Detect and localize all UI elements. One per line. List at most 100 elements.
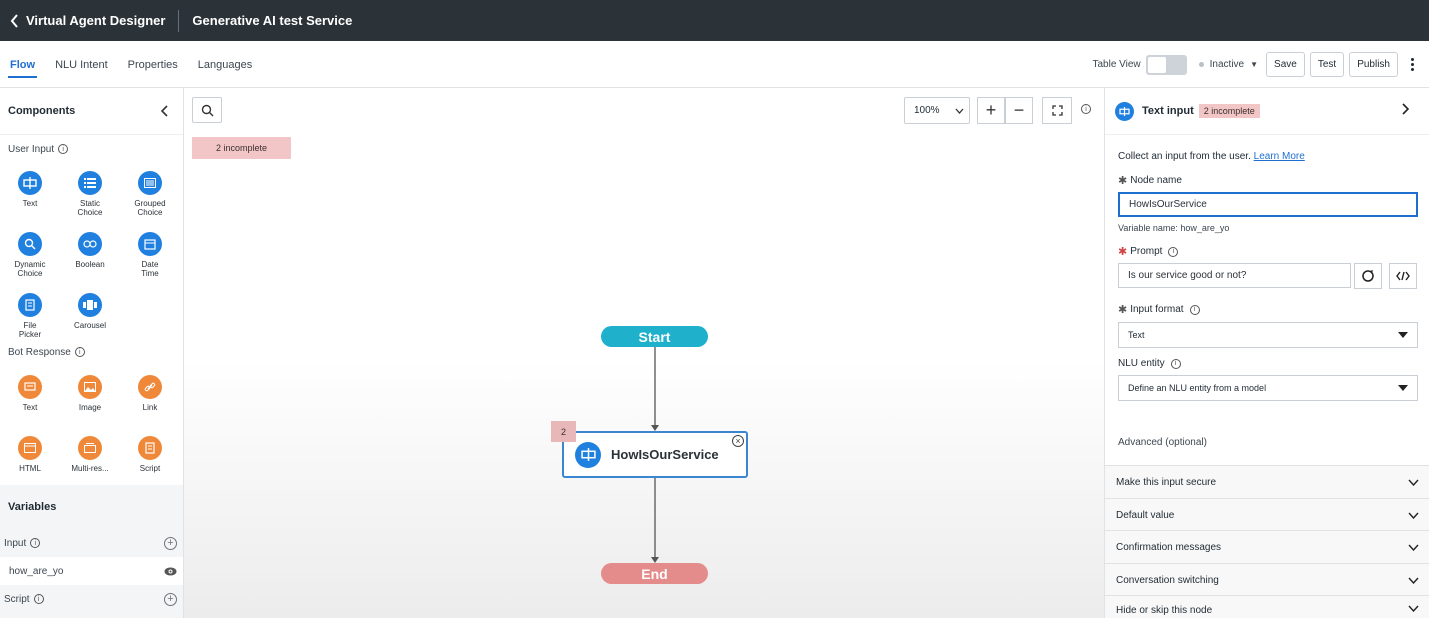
publish-button[interactable]: Publish: [1349, 52, 1398, 77]
component-boolean[interactable]: Boolean: [60, 229, 120, 290]
back-button[interactable]: Virtual Agent Designer: [0, 0, 165, 41]
info-icon[interactable]: i: [1189, 304, 1200, 315]
variable-name: how_are_yo: [9, 565, 64, 577]
text-input-icon: [18, 171, 42, 195]
section-hide-or-skip-node[interactable]: Hide or skip this node: [1105, 595, 1429, 618]
nlu-entity-label: NLU entity i: [1118, 358, 1417, 369]
status-label: Inactive: [1209, 59, 1245, 70]
node-name-input[interactable]: HowIsOurService: [1118, 192, 1418, 217]
section-label: Make this input secure: [1116, 476, 1217, 488]
tab-nlu-intent[interactable]: NLU Intent: [45, 41, 118, 88]
chevron-down-icon: [1408, 479, 1419, 486]
learn-more-link[interactable]: Learn More: [1254, 151, 1305, 162]
close-icon[interactable]: ×: [732, 435, 744, 447]
ai-generate-button[interactable]: [1354, 263, 1382, 289]
component-label: Grouped Choice: [134, 199, 166, 217]
image-icon: [78, 375, 102, 399]
prompt-label-text: Prompt: [1130, 246, 1163, 257]
status-dropdown[interactable]: Inactive ▼: [1198, 59, 1259, 70]
eye-icon[interactable]: [164, 567, 177, 576]
component-bot-text[interactable]: Text: [0, 372, 60, 433]
section-make-input-secure[interactable]: Make this input secure: [1105, 465, 1429, 498]
section-default-value[interactable]: Default value: [1105, 498, 1429, 531]
tab-properties[interactable]: Properties: [118, 41, 188, 88]
info-icon[interactable]: i: [30, 538, 41, 548]
node-incomplete-count: 2: [551, 421, 576, 442]
nlu-entity-label-text: NLU entity: [1118, 358, 1165, 369]
info-icon[interactable]: i: [1168, 246, 1179, 257]
flow-connectors: [651, 347, 659, 563]
input-format-select[interactable]: Text: [1118, 322, 1418, 348]
input-format-label: ✱ Input format i: [1118, 303, 1417, 316]
divider: [178, 9, 180, 32]
section-label: Confirmation messages: [1116, 541, 1222, 553]
caret-down-icon: [1398, 332, 1408, 338]
boolean-icon: [78, 232, 102, 256]
bot-response-components: Text Image Link HTML Multi-res... Script: [0, 372, 180, 494]
chevron-down-icon: [1408, 512, 1419, 519]
chevron-down-icon: [1408, 544, 1419, 551]
info-icon[interactable]: i: [58, 144, 69, 154]
caret-down-icon: ▼: [1250, 60, 1259, 69]
node-name-label-text: Node name: [1130, 175, 1182, 186]
input-variables-header: Input i +: [0, 529, 183, 557]
variable-item[interactable]: how_are_yo: [0, 557, 183, 585]
variable-name-hint: Variable name: how_are_yo: [1118, 223, 1230, 233]
components-sidebar: Components User Input i Text Static Choice…: [0, 88, 184, 618]
info-icon[interactable]: i: [33, 594, 44, 604]
flow-node-howisourservice[interactable]: HowIsOurService ×: [562, 431, 748, 478]
text-input-icon: [1115, 101, 1134, 121]
code-editor-button[interactable]: [1389, 263, 1417, 289]
test-button[interactable]: Test: [1309, 52, 1345, 77]
properties-panel: Text input 2 incomplete Collect an input…: [1104, 88, 1429, 618]
table-view-toggle[interactable]: [1145, 54, 1187, 75]
prompt-input[interactable]: Is our service good or not?: [1118, 263, 1351, 288]
panel-title: Text input: [1142, 105, 1194, 117]
section-label: Default value: [1116, 509, 1175, 521]
component-label: Image: [78, 403, 102, 412]
input-format-value: Text: [1128, 330, 1145, 340]
component-label: Carousel: [73, 321, 106, 330]
variables-title: Variables: [8, 501, 57, 513]
info-icon[interactable]: i: [74, 347, 85, 357]
collapse-sidebar-button[interactable]: [155, 101, 175, 121]
component-grouped-choice[interactable]: Grouped Choice: [120, 168, 180, 229]
tab-languages[interactable]: Languages: [188, 41, 262, 88]
add-script-variable-button[interactable]: +: [164, 592, 177, 606]
caret-down-icon: [1398, 385, 1408, 391]
component-label: Script: [139, 464, 161, 473]
status-dot-icon: [1198, 62, 1204, 67]
chevron-down-icon: [1408, 577, 1419, 584]
component-text[interactable]: Text: [0, 168, 60, 229]
carousel-icon: [78, 293, 102, 317]
file-icon: [18, 293, 42, 317]
table-view-label: Table View: [1092, 59, 1141, 70]
node-name: HowIsOurService: [611, 447, 719, 462]
component-date-time[interactable]: Date Time: [120, 229, 180, 290]
script-variables-header: Script i +: [0, 585, 183, 613]
end-node[interactable]: End: [601, 563, 708, 584]
component-dynamic-choice[interactable]: Dynamic Choice: [0, 229, 60, 290]
start-node[interactable]: Start: [601, 326, 708, 347]
component-carousel[interactable]: Carousel: [60, 290, 120, 351]
component-image[interactable]: Image: [60, 372, 120, 433]
component-label: Boolean: [75, 260, 105, 269]
nlu-entity-select[interactable]: Define an NLU entity from a model: [1118, 375, 1418, 401]
component-link[interactable]: Link: [120, 372, 180, 433]
save-button[interactable]: Save: [1266, 52, 1305, 77]
chevron-right-icon[interactable]: [1401, 103, 1409, 115]
component-file-picker[interactable]: File Picker: [0, 290, 60, 351]
component-label: Multi-res...: [71, 464, 109, 473]
component-static-choice[interactable]: Static Choice: [60, 168, 120, 229]
grouped-list-icon: [138, 171, 162, 195]
more-options-icon[interactable]: [1403, 52, 1421, 77]
tab-flow[interactable]: Flow: [0, 41, 45, 88]
script-icon: [138, 436, 162, 460]
add-input-variable-button[interactable]: +: [164, 536, 177, 550]
flow-canvas[interactable]: 2 incomplete 100% + − i Start HowIsOurSe…: [184, 88, 1104, 618]
section-confirmation-messages[interactable]: Confirmation messages: [1105, 530, 1429, 563]
chevron-left-icon: [10, 13, 18, 28]
section-conversation-switching[interactable]: Conversation switching: [1105, 563, 1429, 596]
info-icon[interactable]: i: [1170, 358, 1181, 369]
panel-incomplete-badge: 2 incomplete: [1198, 104, 1260, 118]
